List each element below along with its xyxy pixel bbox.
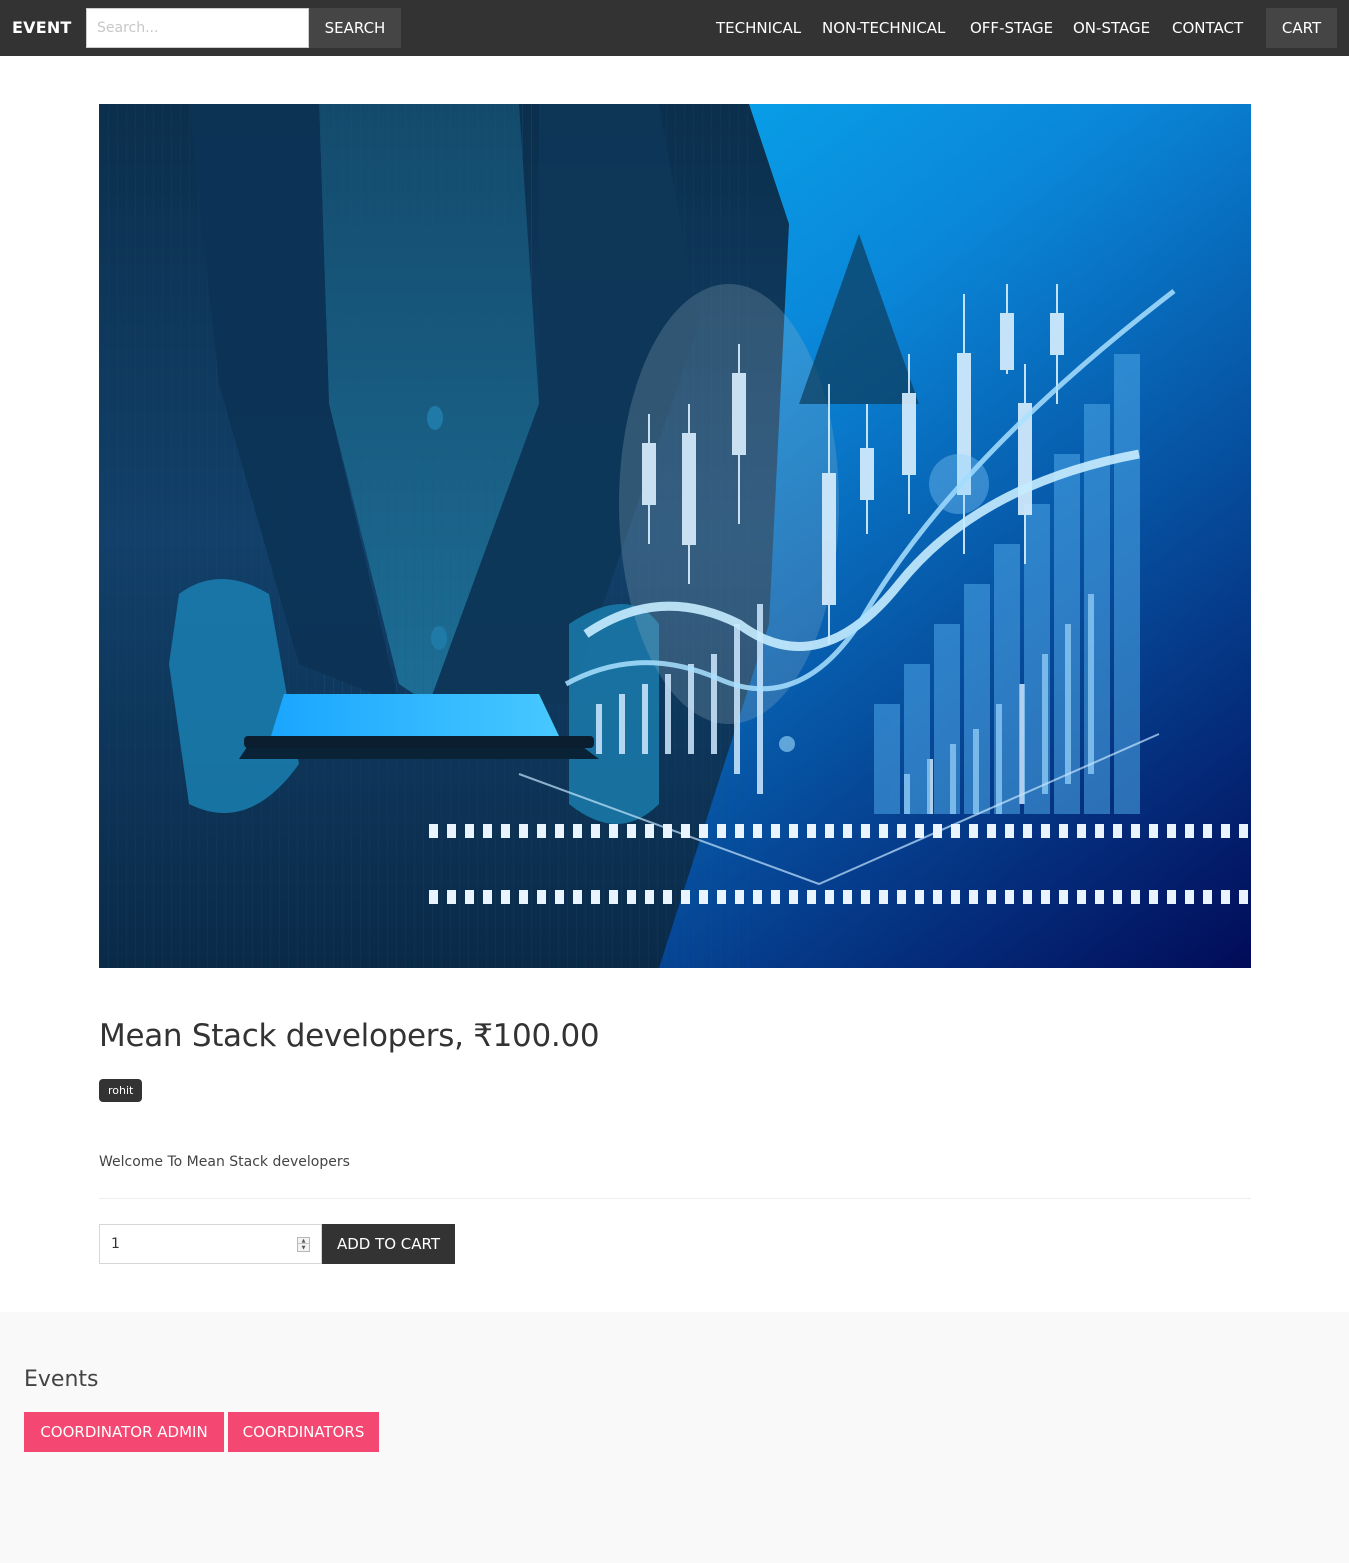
top-navbar: EVENT SEARCH TECHNICAL NON-TECHNICAL OFF… <box>0 0 1349 56</box>
category-tag[interactable]: rohit <box>99 1079 143 1102</box>
search-input[interactable] <box>86 8 309 48</box>
nav-link-non-technical[interactable]: NON-TECHNICAL <box>822 18 945 38</box>
divider <box>99 1198 1251 1199</box>
brand-logo[interactable]: EVENT <box>12 18 72 38</box>
product-description: Welcome To Mean Stack developers <box>99 1154 350 1170</box>
increment-arrow-icon[interactable]: ▲ <box>298 1238 309 1244</box>
coordinators-button[interactable]: COORDINATORS <box>228 1412 379 1452</box>
footer-title: Events <box>24 1367 99 1392</box>
quantity-stepper: ▲ ▼ <box>99 1224 322 1264</box>
cart-button[interactable]: CART <box>1266 8 1337 48</box>
nav-link-technical[interactable]: TECHNICAL <box>716 18 801 38</box>
nav-link-contact[interactable]: CONTACT <box>1172 18 1243 38</box>
product-title: Mean Stack developers, ₹100.00 <box>99 1018 600 1054</box>
product-image <box>99 104 1251 968</box>
footer: Events COORDINATOR ADMIN COORDINATORS <box>0 1312 1349 1563</box>
nav-link-off-stage[interactable]: OFF-STAGE <box>970 18 1053 38</box>
search-button[interactable]: SEARCH <box>309 8 401 48</box>
nav-link-on-stage[interactable]: ON-STAGE <box>1073 18 1150 38</box>
quantity-spinner: ▲ ▼ <box>297 1237 310 1252</box>
coordinator-admin-button[interactable]: COORDINATOR ADMIN <box>24 1412 224 1452</box>
decrement-arrow-icon[interactable]: ▼ <box>298 1245 309 1251</box>
add-to-cart-button[interactable]: ADD TO CART <box>322 1224 455 1264</box>
quantity-input[interactable] <box>100 1225 290 1263</box>
